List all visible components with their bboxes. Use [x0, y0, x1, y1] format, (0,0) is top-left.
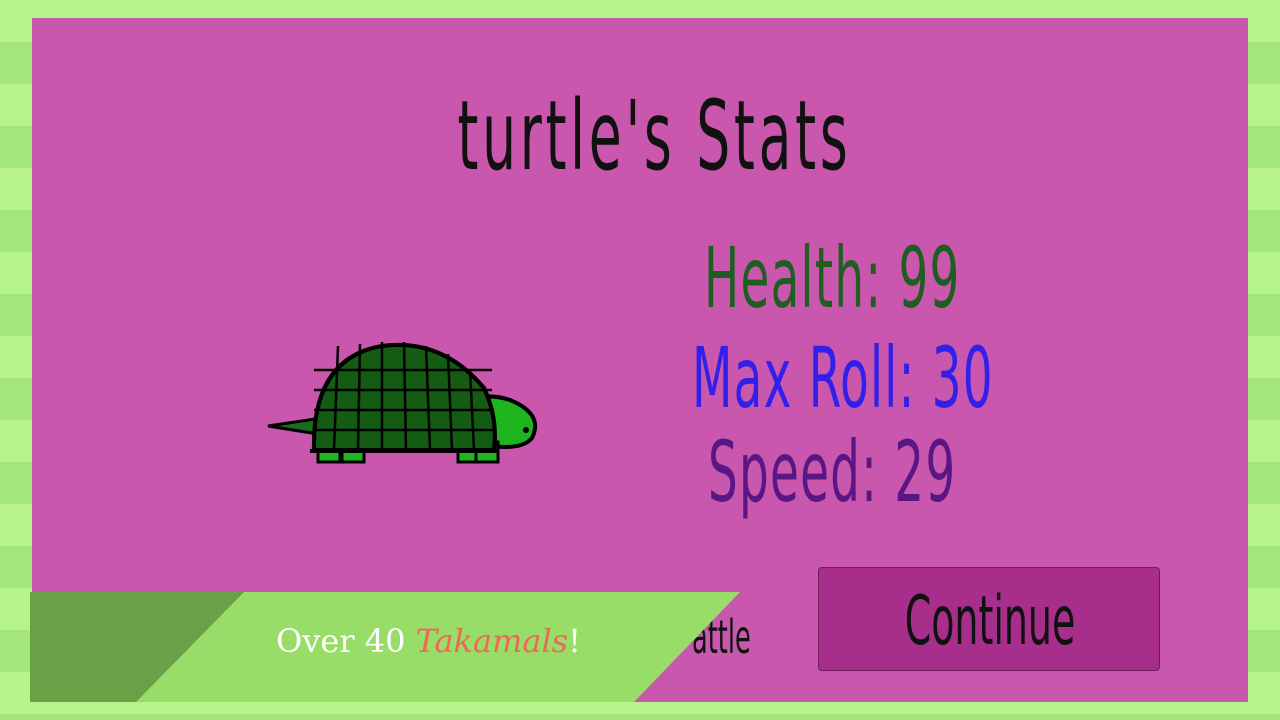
turtle-icon: [262, 318, 542, 488]
banner-text-prefix: Over 40: [276, 622, 416, 660]
banner-highlight: Takamals: [415, 622, 569, 660]
promo-banner: Over 40 Takamals!: [30, 592, 740, 702]
page-title: turtle's Stats: [457, 80, 852, 192]
health-stat: Health: 99: [704, 229, 961, 327]
continue-label: Continue: [904, 582, 1076, 661]
banner-text: Over 40 Takamals!: [276, 622, 581, 660]
speed-stat: Speed: 29: [708, 423, 957, 521]
banner-text-suffix: !: [568, 622, 581, 660]
max-roll-stat: Max Roll: 30: [692, 329, 994, 427]
continue-button[interactable]: Continue: [818, 567, 1160, 671]
